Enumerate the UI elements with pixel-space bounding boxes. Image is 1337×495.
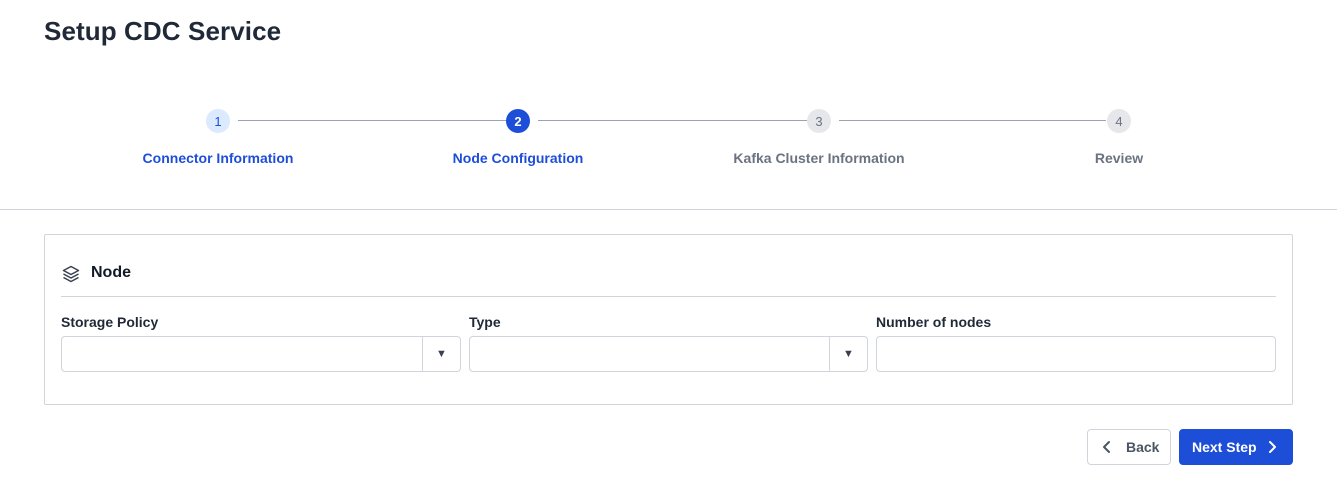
step-3-indicator: 3 [807, 109, 831, 133]
storage-policy-dropdown-button[interactable]: ▼ [422, 337, 460, 371]
node-card: Node Storage Policy ▼ Type ▼ Number of n… [44, 234, 1293, 405]
type-label: Type [469, 314, 501, 330]
node-card-title: Node [91, 264, 131, 281]
back-button[interactable]: Back [1087, 429, 1171, 465]
back-button-label: Back [1126, 439, 1160, 455]
type-dropdown-button[interactable]: ▼ [829, 337, 867, 371]
caret-down-icon: ▼ [436, 348, 447, 360]
step-connector [238, 120, 506, 121]
next-step-button[interactable]: Next Step [1179, 429, 1293, 465]
step-4-indicator: 4 [1107, 109, 1131, 133]
type-select[interactable]: ▼ [469, 336, 868, 372]
step-2-indicator[interactable]: 2 [506, 109, 530, 133]
number-of-nodes-input[interactable] [876, 336, 1276, 372]
next-step-button-label: Next Step [1192, 439, 1257, 455]
caret-down-icon: ▼ [843, 348, 854, 360]
layers-icon [61, 264, 81, 284]
storage-policy-field: Storage Policy ▼ [61, 314, 461, 372]
step-4-label: Review [1094, 150, 1144, 166]
node-card-header: Node [61, 263, 1276, 297]
page-title: Setup CDC Service [44, 16, 282, 46]
chevron-right-icon [1267, 440, 1277, 454]
step-connector [538, 120, 807, 121]
number-of-nodes-field: Number of nodes [876, 314, 1276, 372]
storage-policy-select[interactable]: ▼ [61, 336, 461, 372]
storage-policy-label: Storage Policy [61, 314, 159, 330]
step-3-label: Kafka Cluster Information [733, 150, 905, 166]
step-2-label[interactable]: Node Configuration [388, 150, 648, 166]
step-1-indicator[interactable]: 1 [206, 109, 230, 133]
number-of-nodes-label: Number of nodes [876, 314, 992, 330]
chevron-left-icon [1102, 440, 1112, 454]
type-field: Type ▼ [469, 314, 868, 372]
step-connector [839, 120, 1106, 121]
step-1-label[interactable]: Connector Information [88, 150, 348, 166]
